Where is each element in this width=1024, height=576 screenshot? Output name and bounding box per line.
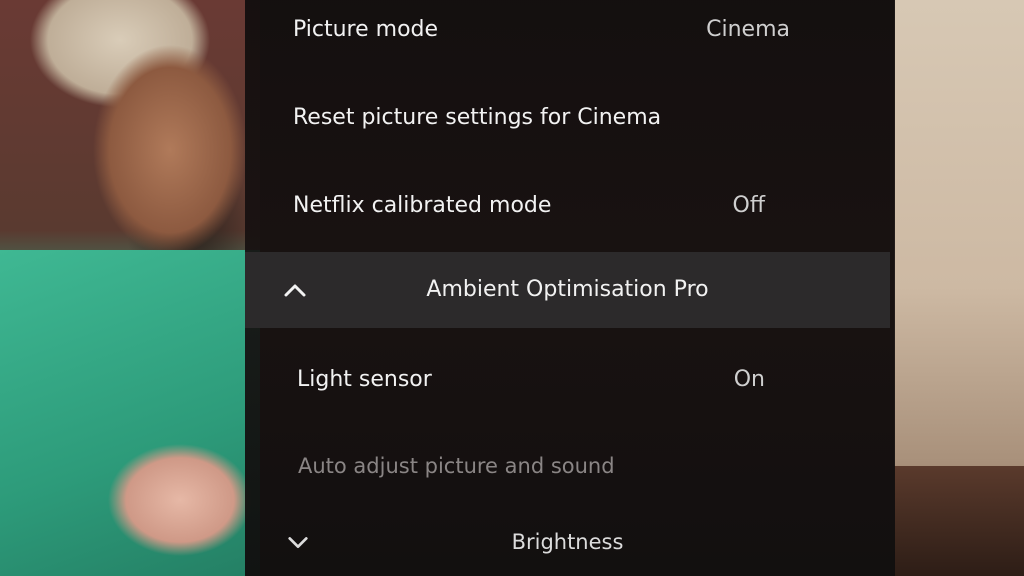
menu-item-label: Reset picture settings for Cinema [293, 105, 662, 130]
menu-item-picture-mode[interactable]: Picture mode Cinema [245, 0, 895, 60]
section-header-brightness[interactable]: Brightness [245, 514, 890, 570]
menu-item-label: Light sensor [297, 367, 432, 392]
menu-item-value: On [733, 367, 765, 392]
background-photo-left [0, 0, 260, 576]
menu-item-netflix-calibrated-mode[interactable]: Netflix calibrated mode Off [245, 176, 895, 236]
menu-item-reset-picture-settings[interactable]: Reset picture settings for Cinema [245, 88, 895, 148]
menu-item-light-sensor[interactable]: Light sensor On [245, 350, 895, 410]
background-hand [70, 410, 260, 576]
section-title: Ambient Optimisation Pro [426, 277, 709, 302]
menu-item-value: Cinema [706, 17, 790, 42]
section-title: Brightness [511, 530, 624, 554]
menu-item-label: Auto adjust picture and sound [298, 454, 615, 478]
menu-item-label: Netflix calibrated mode [293, 193, 552, 218]
background-curtain-right [894, 0, 1024, 576]
section-header-ambient-optimisation-pro[interactable]: Ambient Optimisation Pro [245, 252, 890, 328]
menu-item-auto-adjust-picture-and-sound: Auto adjust picture and sound [245, 436, 895, 496]
picture-settings-panel: Picture mode Cinema Reset picture settin… [245, 0, 895, 576]
menu-item-label: Picture mode [293, 17, 439, 42]
menu-item-value: Off [732, 193, 765, 218]
